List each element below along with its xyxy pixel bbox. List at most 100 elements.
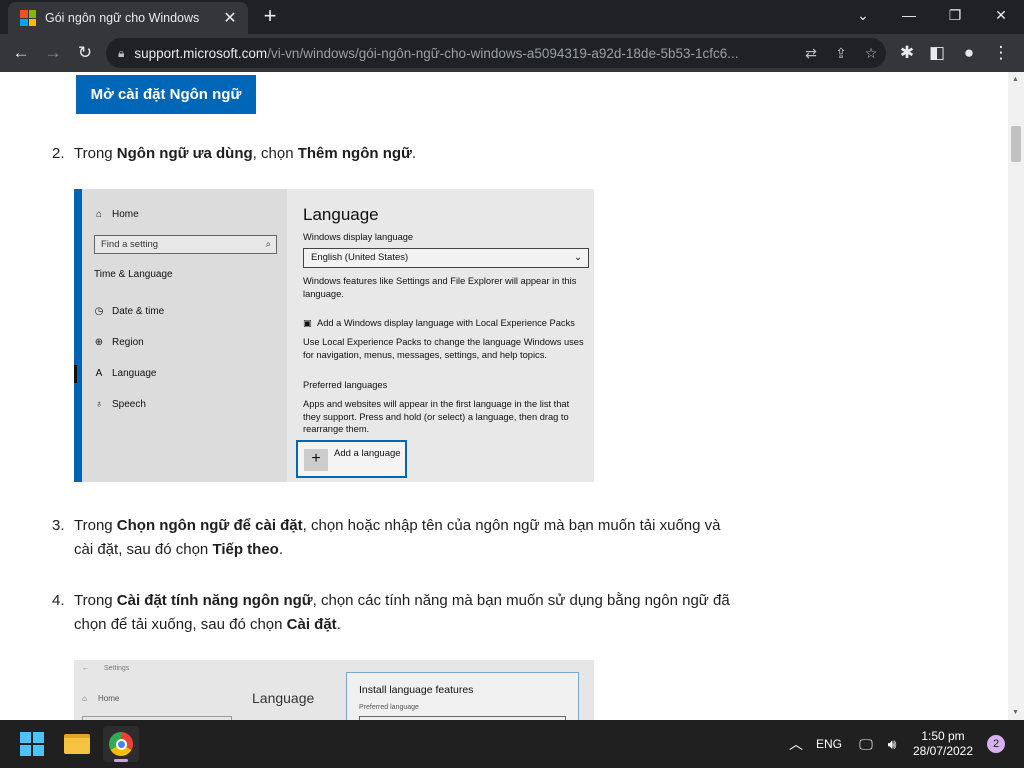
step-text: , chọn — [252, 145, 298, 162]
sidebar-label: Language — [112, 368, 157, 379]
share-icon[interactable]: ⇪ — [826, 45, 856, 62]
bookmark-star-icon[interactable]: ☆ — [856, 45, 886, 62]
reload-button[interactable]: ↻ — [70, 38, 100, 68]
menu-icon[interactable]: ⋮ — [986, 38, 1016, 68]
step-bold: Chọn ngôn ngữ để cài đặt — [116, 517, 303, 534]
section-heading: Time & Language — [94, 269, 173, 280]
windows-taskbar: ︿ ENG 🖵︎ 🔊︎ 1:50 pm 28/07/2022 2 — [0, 720, 1024, 768]
settings-main: Language Windows display language Englis… — [287, 189, 594, 482]
step-bold: Ngôn ngữ ưa dùng — [116, 145, 253, 162]
page-content: Mở cài đặt Ngôn ngữ 2. Trong Ngôn ngữ ưa… — [0, 72, 1008, 720]
globe-icon: ⊕ — [94, 337, 104, 348]
clock[interactable]: 1:50 pm 28/07/2022 — [908, 720, 978, 768]
preferred-language-label: Preferred language — [359, 704, 419, 711]
clock-date: 28/07/2022 — [912, 744, 974, 758]
step-text: . — [411, 145, 417, 162]
preferred-desc: Apps and websites will appear in the fir… — [303, 399, 570, 434]
step-bold: Thêm ngôn ngữ — [297, 145, 412, 162]
restore-button[interactable]: ❐ — [932, 0, 978, 32]
chevron-down-icon: ⌄ — [574, 252, 582, 263]
settings-back-label: Settings — [104, 665, 130, 672]
open-language-settings-button[interactable]: Mở cài đặt Ngôn ngữ — [76, 75, 256, 114]
clock-time: 1:50 pm — [921, 729, 965, 743]
add-display-lang-label: Add a Windows display language with Loca… — [317, 318, 575, 328]
step-text: Trong — [74, 145, 117, 162]
chrome-icon — [109, 732, 133, 756]
notification-center[interactable]: 2 — [986, 720, 1006, 768]
add-display-lang-row: ▣ Add a Windows display language with Loc… — [303, 317, 589, 330]
chrome-taskbar-button[interactable] — [103, 726, 139, 762]
scrollbar-thumb[interactable] — [1011, 126, 1021, 162]
step-text: . — [278, 541, 284, 558]
step-bold: Tiếp theo — [212, 541, 279, 558]
url-text[interactable]: support.microsoft.com/vi-vn/windows/gói-… — [134, 46, 796, 61]
sidebar-label: Date & time — [112, 306, 165, 317]
translate-icon[interactable]: ⇄ — [796, 45, 826, 62]
sidebar-label: Home — [112, 209, 139, 220]
dialog-title: Install language features — [359, 684, 474, 696]
step-2: 2. Trong Ngôn ngữ ưa dùng, chọn Thêm ngô… — [52, 142, 732, 166]
display-lang-label: Windows display language — [303, 232, 414, 242]
minimize-button[interactable]: — — [886, 0, 932, 32]
url-path: /vi-vn/windows/gói-ngôn-ngữ-cho-windows-… — [267, 45, 739, 61]
address-bar[interactable]: 🔒︎ support.microsoft.com/vi-vn/windows/g… — [106, 38, 886, 68]
start-button[interactable] — [14, 726, 50, 762]
close-window-button[interactable]: ✕ — [978, 0, 1024, 32]
home-icon: ⌂ — [82, 694, 87, 703]
settings-title: Language — [303, 205, 379, 224]
install-dialog: Install language features Preferred lang… — [346, 672, 579, 720]
browser-tab[interactable]: Gói ngôn ngữ cho Windows ✕ — [8, 2, 248, 34]
store-icon: ▣ — [303, 318, 312, 328]
extensions-icon[interactable]: ✱ — [892, 38, 922, 68]
selected-indicator — [74, 365, 77, 383]
sidebar-label: Region — [112, 337, 144, 348]
step-4: 4. Trong Cài đặt tính năng ngôn ngữ, chọ… — [52, 589, 732, 637]
home-icon: ⌂ — [95, 209, 103, 220]
plus-icon: + — [304, 449, 328, 471]
lep-desc: Use Local Experience Packs to change the… — [303, 337, 584, 360]
step-text: Trong — [74, 517, 117, 534]
display-lang-value: English (United States) — [311, 252, 409, 263]
input-language-indicator[interactable]: ENG — [812, 720, 846, 768]
scroll-up-icon[interactable]: ▲ — [1012, 76, 1019, 83]
windows-logo-icon — [20, 732, 44, 756]
scroll-down-icon[interactable]: ▼ — [1012, 709, 1019, 716]
forward-button[interactable]: → — [38, 38, 68, 68]
step-text: . — [336, 616, 341, 633]
back-arrow-icon: ← — [82, 665, 89, 672]
section-label: Time & Language — [94, 269, 173, 280]
notification-badge: 2 — [987, 735, 1005, 753]
step-3: 3. Trong Chọn ngôn ngữ để cài đặt, chọn … — [52, 514, 732, 562]
search-icon: ⌕ — [265, 239, 271, 250]
url-host: support.microsoft.com — [134, 45, 268, 61]
close-tab-icon[interactable]: ✕ — [218, 8, 242, 28]
find-setting-input: Find a setting ⌕ — [94, 235, 277, 254]
microphone-icon: ♁ — [95, 399, 103, 410]
lock-icon: 🔒︎ — [118, 45, 125, 60]
settings-title: Language — [252, 690, 315, 706]
browser-tab-bar: Gói ngôn ngữ cho Windows ✕ + ⌄ — ❐ ✕ — [0, 0, 1024, 34]
install-features-screenshot: ← Settings ⌂ Home Language Install langu… — [74, 660, 594, 720]
network-icon[interactable]: 🖵︎ — [854, 720, 878, 768]
tab-search-icon[interactable]: ⌄ — [840, 0, 886, 32]
step-bold: Cài đặt tính năng ngôn ngữ — [116, 592, 313, 609]
side-panel-icon[interactable]: ◧ — [922, 38, 952, 68]
sidebar-item-home: ⌂ Home — [94, 209, 139, 220]
new-tab-button[interactable]: + — [258, 4, 282, 30]
volume-icon[interactable]: 🔊︎ — [880, 720, 904, 768]
language-settings-screenshot: ⌂ Home Find a setting ⌕ Time & Language ◷ D… — [74, 189, 594, 482]
step-number: 3. — [52, 517, 65, 534]
page-scrollbar[interactable]: ▲ ▼ — [1008, 72, 1024, 720]
sidebar-item-language: A Language — [94, 368, 157, 379]
microsoft-logo-icon — [20, 10, 36, 26]
step-number: 4. — [52, 592, 65, 609]
home-label: Home — [98, 694, 120, 703]
tray-overflow-icon[interactable]: ︿ — [784, 720, 808, 768]
profile-icon[interactable]: ● — [954, 38, 984, 68]
back-button[interactable]: ← — [6, 38, 36, 68]
sidebar-item-date-time: ◷ Date & time — [94, 306, 165, 317]
add-language-label: Add a language — [334, 448, 401, 459]
file-explorer-button[interactable] — [59, 726, 95, 762]
active-indicator — [114, 759, 128, 762]
folder-icon — [64, 734, 90, 754]
